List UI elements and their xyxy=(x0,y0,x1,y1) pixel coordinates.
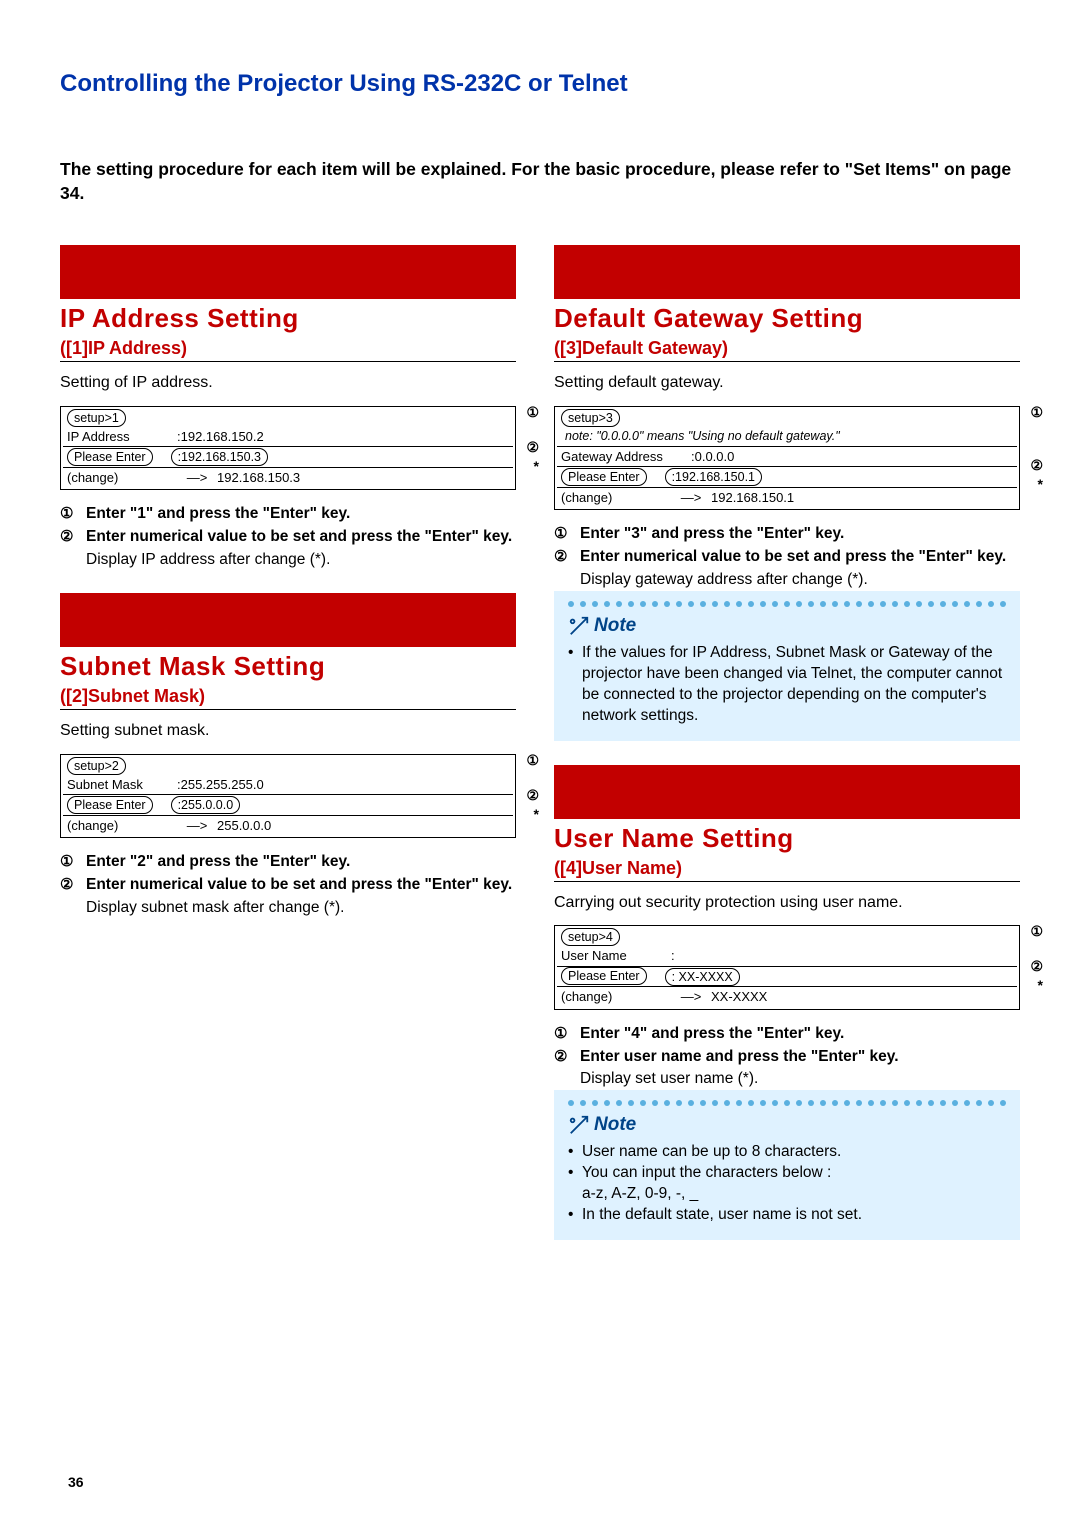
section-title: Subnet Mask Setting xyxy=(60,651,516,682)
section-title: User Name Setting xyxy=(554,823,1020,854)
note-icon xyxy=(568,615,590,637)
section-subtitle: ([3]Default Gateway) xyxy=(554,338,1020,359)
note-heading: Note xyxy=(568,615,1006,637)
section-desc: Setting subnet mask. xyxy=(60,720,516,742)
section-title: Default Gateway Setting xyxy=(554,303,1020,334)
terminal-box: ① ② * setup>1 IP Address:192.168.150.2 P… xyxy=(60,406,516,491)
intro-text: The setting procedure for each item will… xyxy=(60,158,1020,205)
note-icon xyxy=(568,1114,590,1136)
section-subtitle: ([1]IP Address) xyxy=(60,338,516,359)
section-divider xyxy=(60,593,516,647)
right-column: Default Gateway Setting ([3]Default Gate… xyxy=(554,245,1020,1264)
section-desc: Carrying out security protection using u… xyxy=(554,892,1020,914)
note-heading: Note xyxy=(568,1114,1006,1136)
step-list: ①Enter "1" and press the "Enter" key. ②E… xyxy=(60,504,516,571)
step-list: ①Enter "2" and press the "Enter" key. ②E… xyxy=(60,852,516,919)
step-list: ①Enter "4" and press the "Enter" key. ②E… xyxy=(554,1024,1020,1091)
terminal-box: ① ② * setup>4 User Name: Please Enter: X… xyxy=(554,925,1020,1010)
section-divider xyxy=(554,765,1020,819)
note-box: Note •If the values for IP Address, Subn… xyxy=(554,591,1020,741)
section-divider xyxy=(60,245,516,299)
section-divider xyxy=(554,245,1020,299)
section-subtitle: ([4]User Name) xyxy=(554,858,1020,879)
terminal-box: ① ② * setup>2 Subnet Mask:255.255.255.0 … xyxy=(60,754,516,839)
section-subtitle: ([2]Subnet Mask) xyxy=(60,686,516,707)
section-desc: Setting of IP address. xyxy=(60,372,516,394)
step-list: ①Enter "3" and press the "Enter" key. ②E… xyxy=(554,524,1020,591)
note-box: Note •User name can be up to 8 character… xyxy=(554,1090,1020,1240)
left-column: IP Address Setting ([1]IP Address) Setti… xyxy=(60,245,516,1264)
page-title: Controlling the Projector Using RS-232C … xyxy=(60,70,1020,98)
section-desc: Setting default gateway. xyxy=(554,372,1020,394)
page-number: 36 xyxy=(68,1474,84,1490)
terminal-box: ① ② * setup>3 note: "0.0.0.0" means "Usi… xyxy=(554,406,1020,510)
section-title: IP Address Setting xyxy=(60,303,516,334)
